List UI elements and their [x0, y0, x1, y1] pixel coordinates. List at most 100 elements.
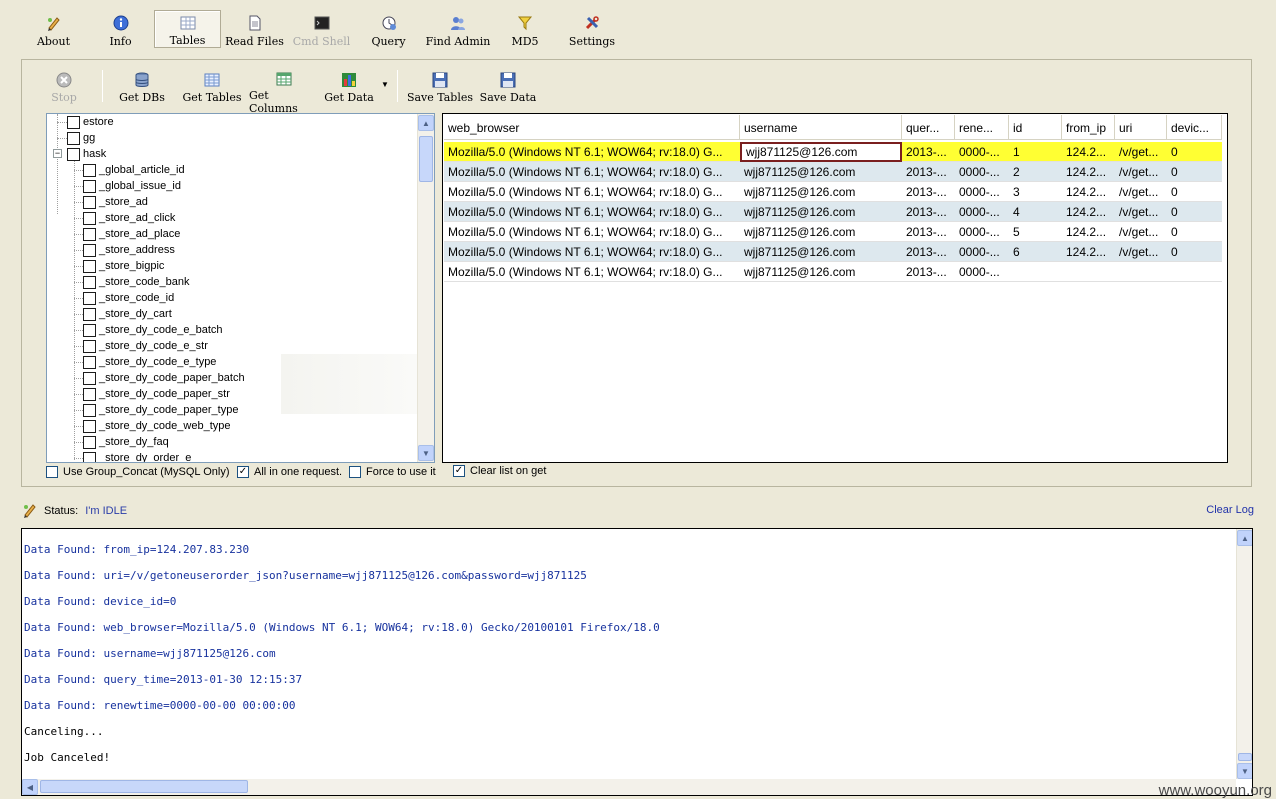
table-cell[interactable]	[1062, 262, 1115, 282]
force-checkbox[interactable]	[349, 466, 361, 478]
table-cell[interactable]	[1115, 262, 1167, 282]
tree-node[interactable]: _store_code_id	[74, 290, 174, 306]
clear-list-checkbox[interactable]: ✓	[453, 465, 465, 477]
table-cell[interactable]: Mozilla/5.0 (Windows NT 6.1; WOW64; rv:1…	[444, 262, 740, 282]
all-in-one-option[interactable]: ✓ All in one request.	[237, 466, 342, 478]
tree-node[interactable]: _store_dy_code_web_type	[74, 418, 230, 434]
table-cell[interactable]: 0000-...	[955, 142, 1009, 162]
tree-node[interactable]: _global_article_id	[74, 162, 185, 178]
save-data-button[interactable]: Save Data	[476, 68, 540, 104]
scroll-down-icon[interactable]: ▼	[1237, 763, 1252, 779]
tree-checkbox[interactable]	[83, 435, 96, 449]
table-cell[interactable]: Mozilla/5.0 (Windows NT 6.1; WOW64; rv:1…	[444, 142, 740, 162]
query-button[interactable]: Query	[355, 10, 422, 48]
tree-scrollbar[interactable]: ▲ ▼	[417, 114, 434, 462]
log-hscrollbar[interactable]: ◀	[22, 779, 1236, 795]
tree-node[interactable]: _store_dy_code_e_batch	[74, 322, 223, 338]
tree-node[interactable]: _store_address	[74, 242, 175, 258]
tree-checkbox[interactable]	[83, 195, 96, 209]
table-cell[interactable]: wjj871125@126.com	[740, 242, 902, 262]
database-tree[interactable]: − estore gg hask _global_article_id _glob…	[46, 113, 435, 463]
tree-checkbox[interactable]	[83, 403, 96, 417]
table-cell[interactable]: wjj871125@126.com	[740, 262, 902, 282]
group-concat-checkbox[interactable]	[46, 466, 58, 478]
column-header[interactable]: from_ip	[1062, 115, 1115, 140]
table-cell[interactable]: /v/get...	[1115, 162, 1167, 182]
table-row[interactable]: Mozilla/5.0 (Windows NT 6.1; WOW64; rv:1…	[444, 222, 1222, 242]
column-header[interactable]: username	[740, 115, 902, 140]
table-cell[interactable]: 0	[1167, 242, 1222, 262]
table-cell[interactable]: 3	[1009, 182, 1062, 202]
table-cell[interactable]: 0000-...	[955, 262, 1009, 282]
table-cell[interactable]: 2013-...	[902, 242, 955, 262]
tree-checkbox[interactable]	[83, 259, 96, 273]
table-cell[interactable]: wjj871125@126.com	[740, 202, 902, 222]
tree-node[interactable]: estore	[67, 114, 114, 130]
tree-node[interactable]: _store_dy_code_e_type	[74, 354, 216, 370]
table-row[interactable]: Mozilla/5.0 (Windows NT 6.1; WOW64; rv:1…	[444, 262, 1222, 282]
table-cell[interactable]: wjj871125@126.com	[740, 162, 902, 182]
tables-button[interactable]: Tables	[154, 10, 221, 48]
scroll-up-icon[interactable]: ▲	[418, 115, 434, 131]
table-cell[interactable]: 124.2...	[1062, 202, 1115, 222]
table-cell[interactable]: 2013-...	[902, 222, 955, 242]
tree-checkbox[interactable]	[83, 163, 96, 177]
table-cell[interactable]: 2	[1009, 162, 1062, 182]
table-cell[interactable]: 4	[1009, 202, 1062, 222]
table-cell[interactable]: /v/get...	[1115, 142, 1167, 162]
md5-button[interactable]: MD5	[494, 10, 556, 48]
cmd-shell-button[interactable]: Cmd Shell	[288, 10, 355, 48]
column-header[interactable]: rene...	[955, 115, 1009, 140]
table-cell[interactable]: 0000-...	[955, 202, 1009, 222]
tree-checkbox[interactable]	[83, 243, 96, 257]
table-cell[interactable]: 124.2...	[1062, 222, 1115, 242]
tree-checkbox[interactable]	[83, 211, 96, 225]
tree-checkbox[interactable]	[67, 115, 80, 129]
table-cell[interactable]: 6	[1009, 242, 1062, 262]
tree-node[interactable]: _store_dy_order_e	[74, 450, 191, 462]
group-concat-option[interactable]: Use Group_Concat (MySQL Only)	[46, 466, 229, 478]
table-cell[interactable]: 5	[1009, 222, 1062, 242]
table-cell[interactable]: wjj871125@126.com	[740, 182, 902, 202]
log-output[interactable]: Data Found: from_ip=124.207.83.230 Data F…	[21, 528, 1253, 796]
table-cell[interactable]: 0	[1167, 182, 1222, 202]
scroll-left-icon[interactable]: ◀	[22, 779, 38, 795]
tree-checkbox[interactable]	[83, 387, 96, 401]
table-cell[interactable]: 2013-...	[902, 142, 955, 162]
about-button[interactable]: About	[20, 10, 87, 48]
column-header[interactable]: quer...	[902, 115, 955, 140]
tree-node[interactable]: _store_ad_place	[74, 226, 180, 242]
get-columns-button[interactable]: Get Columns	[249, 68, 319, 115]
table-cell[interactable]: 1	[1009, 142, 1062, 162]
column-header[interactable]: id	[1009, 115, 1062, 140]
table-cell[interactable]: 2013-...	[902, 262, 955, 282]
column-header[interactable]: uri	[1115, 115, 1167, 140]
tree-checkbox[interactable]	[83, 355, 96, 369]
table-cell[interactable]: 0000-...	[955, 242, 1009, 262]
table-cell[interactable]: 0000-...	[955, 222, 1009, 242]
table-cell[interactable]: 2013-...	[902, 182, 955, 202]
get-tables-button[interactable]: Get Tables	[175, 68, 249, 104]
column-header[interactable]: web_browser	[444, 115, 740, 140]
tree-checkbox[interactable]	[67, 147, 80, 161]
table-cell[interactable]: wjj871125@126.com	[740, 142, 902, 162]
data-grid[interactable]: web_browser username quer... rene... id from_…	[442, 113, 1228, 463]
scroll-up-icon[interactable]: ▲	[1237, 530, 1252, 546]
table-cell[interactable]: 124.2...	[1062, 182, 1115, 202]
tree-checkbox[interactable]	[83, 371, 96, 385]
find-admin-button[interactable]: Find Admin	[422, 10, 494, 48]
tree-checkbox[interactable]	[83, 307, 96, 321]
table-cell[interactable]: 2013-...	[902, 162, 955, 182]
table-cell[interactable]: /v/get...	[1115, 202, 1167, 222]
tree-checkbox[interactable]	[83, 419, 96, 433]
table-cell[interactable]: 124.2...	[1062, 142, 1115, 162]
all-in-one-checkbox[interactable]: ✓	[237, 466, 249, 478]
tree-checkbox[interactable]	[67, 131, 80, 145]
table-cell[interactable]	[1167, 262, 1222, 282]
table-cell[interactable]: 124.2...	[1062, 162, 1115, 182]
get-dbs-button[interactable]: Get DBs	[109, 68, 175, 104]
table-cell[interactable]: 124.2...	[1062, 242, 1115, 262]
table-row[interactable]: Mozilla/5.0 (Windows NT 6.1; WOW64; rv:1…	[444, 242, 1222, 262]
table-cell[interactable]: Mozilla/5.0 (Windows NT 6.1; WOW64; rv:1…	[444, 202, 740, 222]
table-cell[interactable]: Mozilla/5.0 (Windows NT 6.1; WOW64; rv:1…	[444, 182, 740, 202]
